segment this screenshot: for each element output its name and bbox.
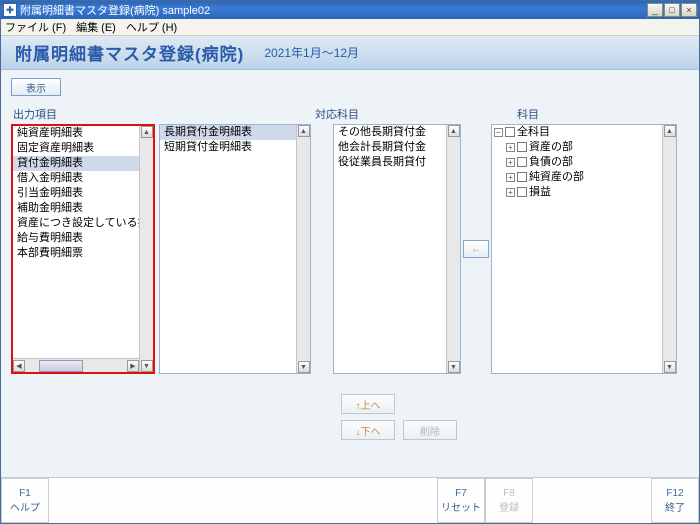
hscroll-thumb[interactable] — [39, 360, 83, 372]
list-item[interactable]: 引当金明細表 — [13, 186, 139, 201]
list-item[interactable]: 資産につき設定している担保権 — [13, 216, 139, 231]
account-tree[interactable]: − 全科目 + 資産の部 + 負債の部 + 純資産の部 + 損益 ▲ ▼ — [491, 124, 677, 374]
folder-icon — [517, 187, 527, 197]
list-item[interactable]: 本部費明細票 — [13, 246, 139, 261]
order-button-row: ↑上へ — [341, 394, 689, 414]
list-item[interactable]: 補助金明細表 — [13, 201, 139, 216]
list-item[interactable]: 貸付金明細表 — [13, 156, 139, 171]
period-label: 2021年1月～12月 — [264, 44, 359, 61]
hscrollbar[interactable]: ◀ ▶ — [13, 358, 139, 372]
tree-node-label: 損益 — [529, 186, 551, 198]
expand-icon[interactable]: + — [506, 188, 515, 197]
scroll-up-icon[interactable]: ▲ — [664, 125, 676, 137]
maximize-button[interactable]: □ — [664, 3, 680, 17]
folder-icon — [517, 172, 527, 182]
minimize-button[interactable]: _ — [647, 3, 663, 17]
scroll-up-icon[interactable]: ▲ — [141, 126, 153, 138]
fkey-label: ヘルプ — [10, 499, 40, 514]
scroll-up-icon[interactable]: ▲ — [298, 125, 310, 137]
scroll-down-icon[interactable]: ▼ — [298, 361, 310, 373]
expand-icon[interactable]: + — [506, 158, 515, 167]
columns: 純資産明細表 固定資産明細表 貸付金明細表 借入金明細表 引当金明細表 補助金明… — [11, 124, 689, 384]
expand-icon[interactable]: + — [506, 143, 515, 152]
list-item[interactable]: 長期貸付金明細表 — [160, 125, 296, 140]
collapse-icon[interactable]: − — [494, 128, 503, 137]
order-button-row-2: ↓下へ 削除 — [341, 420, 689, 440]
scroll-up-icon[interactable]: ▲ — [448, 125, 460, 137]
window-title: 附属明細書マスタ登録(病院) sample02 — [20, 2, 210, 18]
scroll-left-icon[interactable]: ◀ — [13, 360, 25, 372]
fkey-label: 登録 — [499, 499, 519, 514]
folder-icon — [517, 142, 527, 152]
target-items: その他長期貸付金 他会計長期貸付金 役従業員長期貸付 — [334, 125, 446, 373]
list-item[interactable]: その他長期貸付金 — [334, 125, 446, 140]
move-left-button[interactable]: ← — [463, 240, 489, 258]
work-area: 表示 出力項目 対応科目 科目 純資産明細表 固定資産明細表 貸付金明細表 借入… — [1, 70, 699, 477]
tree-node-label: 負債の部 — [529, 156, 573, 168]
vscrollbar[interactable]: ▲ ▼ — [139, 126, 153, 372]
list-item[interactable]: 他会計長期貸付金 — [334, 140, 446, 155]
folder-icon — [517, 157, 527, 167]
page-title: 附属明細書マスタ登録(病院) — [15, 40, 244, 65]
tree-node-label: 資産の部 — [529, 141, 573, 153]
tree-root[interactable]: − 全科目 — [492, 125, 662, 140]
scroll-down-icon[interactable]: ▼ — [141, 360, 153, 372]
list-item[interactable]: 固定資産明細表 — [13, 141, 139, 156]
move-up-button[interactable]: ↑上へ — [341, 394, 395, 414]
tree-node[interactable]: + 負債の部 — [492, 155, 662, 170]
delete-button[interactable]: 削除 — [403, 420, 457, 440]
tree-node[interactable]: + 資産の部 — [492, 140, 662, 155]
folder-icon — [505, 127, 515, 137]
title-bar: ✚ 附属明細書マスタ登録(病院) sample02 _ □ × — [1, 1, 699, 19]
vscrollbar[interactable]: ▲ ▼ — [446, 125, 460, 373]
detail-listbox[interactable]: 長期貸付金明細表 短期貸付金明細表 ▲ ▼ — [159, 124, 311, 374]
f8-register: F8 登録 — [485, 478, 533, 523]
tree-node[interactable]: + 損益 — [492, 185, 662, 200]
f1-help[interactable]: F1 ヘルプ — [1, 478, 49, 523]
target-listbox[interactable]: その他長期貸付金 他会計長期貸付金 役従業員長期貸付 ▲ ▼ — [333, 124, 461, 374]
list-item[interactable]: 役従業員長期貸付 — [334, 155, 446, 170]
menu-help[interactable]: ヘルプ (H) — [126, 19, 177, 35]
fkey-number: F1 — [19, 488, 31, 499]
tree-node[interactable]: + 純資産の部 — [492, 170, 662, 185]
output-listbox[interactable]: 純資産明細表 固定資産明細表 貸付金明細表 借入金明細表 引当金明細表 補助金明… — [11, 124, 155, 374]
tree-root-label: 全科目 — [517, 126, 550, 138]
target-section-label: 対応科目 — [315, 106, 483, 122]
fkey-label: 終了 — [665, 499, 685, 514]
fkey-number: F12 — [666, 488, 683, 499]
f7-reset[interactable]: F7 リセット — [437, 478, 485, 523]
detail-items: 長期貸付金明細表 短期貸付金明細表 — [160, 125, 296, 373]
scroll-down-icon[interactable]: ▼ — [448, 361, 460, 373]
scroll-right-icon[interactable]: ▶ — [127, 360, 139, 372]
tree-node-label: 純資産の部 — [529, 171, 584, 183]
fkey-number: F7 — [455, 488, 467, 499]
output-items: 純資産明細表 固定資産明細表 貸付金明細表 借入金明細表 引当金明細表 補助金明… — [13, 126, 139, 358]
menu-bar: ファイル (F) 編集 (E) ヘルプ (H) — [1, 19, 699, 36]
close-button[interactable]: × — [681, 3, 697, 17]
vscrollbar[interactable]: ▲ ▼ — [662, 125, 676, 373]
list-item[interactable]: 借入金明細表 — [13, 171, 139, 186]
fkey-label: リセット — [441, 499, 481, 514]
page-banner: 附属明細書マスタ登録(病院) 2021年1月～12月 — [1, 36, 699, 70]
list-item[interactable]: 給与費明細表 — [13, 231, 139, 246]
display-button[interactable]: 表示 — [11, 78, 61, 96]
scroll-down-icon[interactable]: ▼ — [664, 361, 676, 373]
f12-exit[interactable]: F12 終了 — [651, 478, 699, 523]
list-item[interactable]: 純資産明細表 — [13, 126, 139, 141]
transfer-buttons: ← — [461, 124, 491, 374]
list-item[interactable]: 短期貸付金明細表 — [160, 140, 296, 155]
app-window: ✚ 附属明細書マスタ登録(病院) sample02 _ □ × ファイル (F)… — [0, 0, 700, 524]
move-down-button[interactable]: ↓下へ — [341, 420, 395, 440]
menu-edit[interactable]: 編集 (E) — [76, 19, 116, 35]
vscrollbar[interactable]: ▲ ▼ — [296, 125, 310, 373]
tree-items: − 全科目 + 資産の部 + 負債の部 + 純資産の部 + 損益 — [492, 125, 662, 373]
function-key-bar: F1 ヘルプ F7 リセット F8 登録 F12 終了 — [1, 477, 699, 523]
menu-file[interactable]: ファイル (F) — [5, 19, 66, 35]
fkey-number: F8 — [503, 488, 515, 499]
account-section-label: 科目 — [517, 106, 689, 122]
expand-icon[interactable]: + — [506, 173, 515, 182]
app-icon: ✚ — [3, 3, 17, 17]
output-section-label: 出力項目 — [13, 106, 313, 122]
